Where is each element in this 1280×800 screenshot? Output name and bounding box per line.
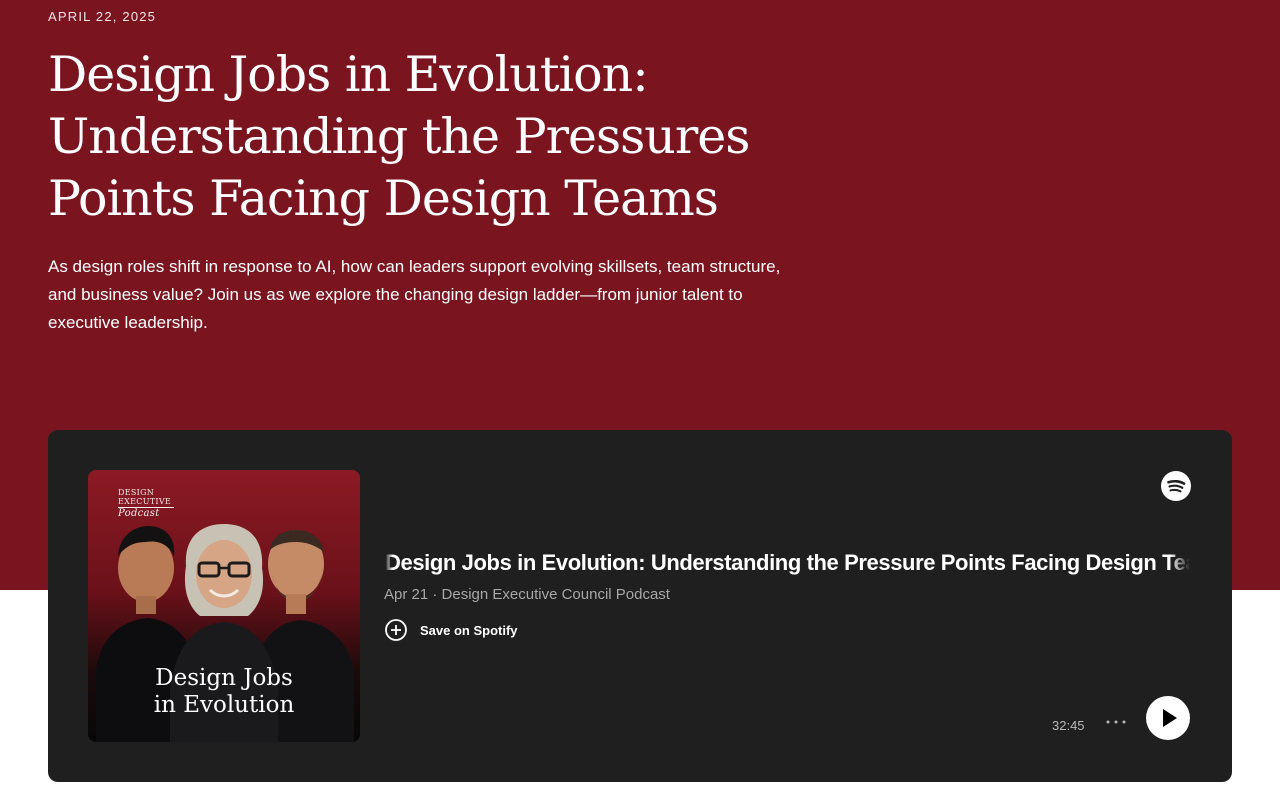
plus-circle-icon	[385, 619, 407, 641]
play-button[interactable]	[1146, 696, 1190, 740]
spotify-icon[interactable]	[1160, 470, 1192, 502]
spotify-embed-player: DESIGN EXECUTIVE Podcast Design Jobs in …	[48, 430, 1232, 782]
brand-text: DESIGN	[118, 488, 155, 497]
save-label: Save on Spotify	[420, 622, 518, 638]
play-icon	[1163, 709, 1177, 727]
page-title: Design Jobs in Evolution: Understanding …	[48, 44, 750, 230]
episode-title[interactable]: Design Jobs in Evolution: Understanding …	[385, 548, 1190, 580]
brand-text: EXECUTIVE	[118, 497, 172, 506]
page-title-line: Design Jobs in Evolution:	[48, 46, 649, 103]
page-subtitle: As design roles shift in response to AI,…	[48, 257, 781, 332]
cover-title-line: Design Jobs	[155, 665, 293, 691]
page-title-line: Points Facing Design Teams	[48, 170, 719, 227]
page-title-line: Understanding the Pressures	[48, 108, 750, 165]
cover-title: Design Jobs in Evolution	[88, 665, 360, 719]
brand-text: Podcast	[118, 508, 160, 519]
episode-duration: 32:45	[1052, 718, 1085, 733]
publish-date: APRIL 22, 2025	[48, 9, 157, 24]
more-options-icon[interactable]	[1104, 712, 1128, 732]
podcast-cover-art[interactable]: DESIGN EXECUTIVE Podcast Design Jobs in …	[88, 470, 360, 742]
cover-title-line: in Evolution	[153, 692, 295, 718]
podcast-brand-logo: DESIGN EXECUTIVE Podcast	[118, 488, 174, 519]
save-on-spotify-button[interactable]: Save on Spotify	[384, 618, 518, 642]
episode-meta[interactable]: Apr 21 · Design Executive Council Podcas…	[384, 586, 670, 604]
